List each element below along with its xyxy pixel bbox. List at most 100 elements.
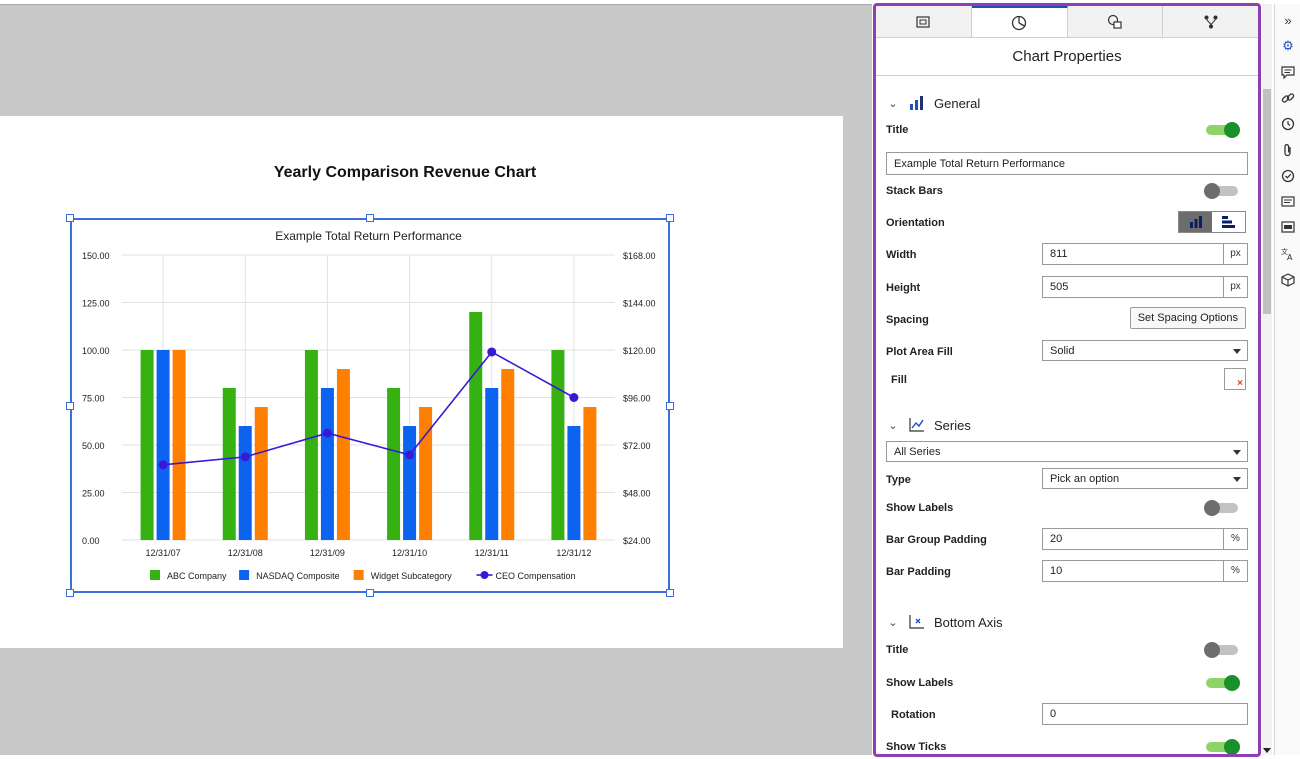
horizontal-bars-icon (1221, 216, 1235, 228)
height-input[interactable]: 505 px (1042, 276, 1248, 298)
vertical-bars-icon (1189, 216, 1202, 228)
title-text-field[interactable]: Example Total Return Performance (886, 152, 1248, 175)
tasks-icon[interactable] (1280, 168, 1296, 184)
spacing-label: Spacing (886, 314, 929, 326)
bar (485, 388, 499, 540)
stack-bars-toggle[interactable] (1204, 183, 1238, 199)
left-axis-tick-label: 50.00 (82, 441, 105, 451)
axis-title-label: Title (886, 644, 909, 656)
chart-properties-panel: Chart Properties ⌄ General Title Example… (873, 3, 1261, 757)
data-mapping-icon (1204, 15, 1218, 28)
rotation-value: 0 (1050, 708, 1057, 720)
pie-chart-icon (1011, 15, 1027, 30)
rotation-label: Rotation (891, 709, 936, 721)
resize-handle-top[interactable] (366, 214, 374, 222)
app-root: Yearly Comparison Revenue Chart Example … (0, 0, 1300, 759)
bar (336, 369, 350, 540)
x-axis-tick-label: 12/31/11 (475, 548, 509, 558)
orientation-vertical-button[interactable] (1179, 212, 1212, 232)
width-label: Width (886, 249, 917, 261)
panel-content: ⌄ General Title Example Total Return Per… (876, 77, 1258, 754)
show-labels-toggle[interactable] (1204, 500, 1238, 516)
x-axis-tick-label: 12/31/09 (310, 548, 345, 558)
section-general-label: General (934, 95, 981, 111)
preview-icon[interactable] (1280, 220, 1296, 236)
svg-text:A: A (1287, 253, 1293, 261)
set-spacing-options-button[interactable]: Set Spacing Options (1129, 307, 1246, 329)
legend-label: Widget Subcategory (371, 571, 453, 581)
bar (320, 388, 334, 540)
series-selector-value: All Series (894, 446, 941, 458)
resize-handle-bottom-left[interactable] (66, 589, 74, 597)
panel-tabs (876, 6, 1258, 38)
bar-padding-input[interactable]: 10 % (1042, 560, 1248, 582)
chevron-down-icon: ⌄ (888, 419, 898, 432)
section-bottom-axis-label: Bottom Axis (934, 614, 1003, 630)
right-axis-tick-label: $168.00 (623, 251, 656, 261)
resize-handle-top-right[interactable] (666, 214, 674, 222)
section-bottom-axis-header[interactable]: ⌄ Bottom Axis (886, 614, 1003, 630)
rotation-input[interactable]: 0 (1042, 703, 1248, 725)
report-page: Yearly Comparison Revenue Chart Example … (0, 116, 843, 648)
right-axis-tick-label: $48.00 (623, 489, 651, 499)
right-icon-rail: » ⚙ 文A (1274, 4, 1300, 755)
bar-padding-value: 10 (1050, 565, 1063, 577)
legend-swatch (239, 570, 250, 580)
resize-handle-top-left[interactable] (66, 214, 74, 222)
dropdown-arrow-icon (1233, 477, 1241, 482)
notes-icon[interactable] (1280, 194, 1296, 210)
comments-icon[interactable] (1280, 64, 1296, 80)
bar (238, 426, 252, 540)
orientation-horizontal-button[interactable] (1212, 212, 1245, 232)
chart-selection-frame[interactable]: Example Total Return Performance 150.00 $1… (70, 218, 670, 593)
legend-swatch (150, 570, 160, 580)
attachment-icon[interactable] (1280, 142, 1296, 158)
settings-icon[interactable]: ⚙ (1280, 38, 1296, 54)
series-selector[interactable]: All Series (886, 441, 1248, 462)
section-series-label: Series (934, 417, 971, 433)
history-icon[interactable] (1280, 116, 1296, 132)
tab-chart-properties[interactable] (971, 6, 1068, 37)
resize-handle-bottom[interactable] (366, 589, 374, 597)
panel-scrollbar[interactable] (1262, 4, 1272, 755)
tab-shapes[interactable] (1068, 6, 1164, 37)
link-icon[interactable] (1280, 90, 1296, 106)
expand-icon[interactable]: » (1280, 12, 1296, 28)
width-value: 811 (1050, 248, 1068, 260)
resize-handle-bottom-right[interactable] (666, 589, 674, 597)
section-series-header[interactable]: ⌄ Series (886, 417, 971, 433)
scrollbar-thumb[interactable] (1263, 89, 1271, 314)
translate-icon[interactable]: 文A (1280, 246, 1296, 262)
left-axis-tick-label: 150.00 (82, 251, 110, 261)
bar (567, 426, 581, 540)
height-label: Height (886, 282, 921, 294)
x-axis-tick-label: 12/31/07 (146, 548, 181, 558)
line-chart-icon (909, 418, 924, 432)
scroll-down-arrow-icon[interactable] (1263, 748, 1271, 753)
report-title: Yearly Comparison Revenue Chart (273, 164, 537, 181)
series-type-select[interactable]: Pick an option (1042, 468, 1248, 489)
show-ticks-toggle[interactable] (1206, 739, 1240, 754)
bar (156, 350, 170, 540)
section-general-header[interactable]: ⌄ General (886, 95, 980, 111)
axis-show-labels-toggle[interactable] (1206, 675, 1240, 691)
bar (304, 350, 318, 540)
resize-handle-left[interactable] (66, 402, 74, 410)
legend-point-marker (480, 571, 489, 579)
fill-color-picker[interactable]: × (1224, 368, 1246, 390)
bar-group-padding-input[interactable]: 20 % (1042, 528, 1248, 550)
tab-data-mapping[interactable] (1163, 6, 1258, 37)
package-icon[interactable] (1280, 272, 1296, 288)
plot-area-fill-select[interactable]: Solid (1042, 340, 1248, 361)
bar (419, 407, 433, 540)
width-input[interactable]: 811 px (1042, 243, 1248, 265)
show-ticks-label: Show Ticks (886, 741, 947, 753)
orientation-switch (1178, 211, 1246, 233)
resize-handle-right[interactable] (666, 402, 674, 410)
fill-label: Fill (891, 374, 907, 386)
tab-page-layout[interactable] (876, 6, 972, 37)
bar-group-padding-unit: % (1223, 529, 1247, 549)
axis-title-toggle[interactable] (1204, 642, 1238, 658)
title-toggle[interactable] (1206, 122, 1240, 138)
legend-label: ABC Company (167, 571, 227, 581)
